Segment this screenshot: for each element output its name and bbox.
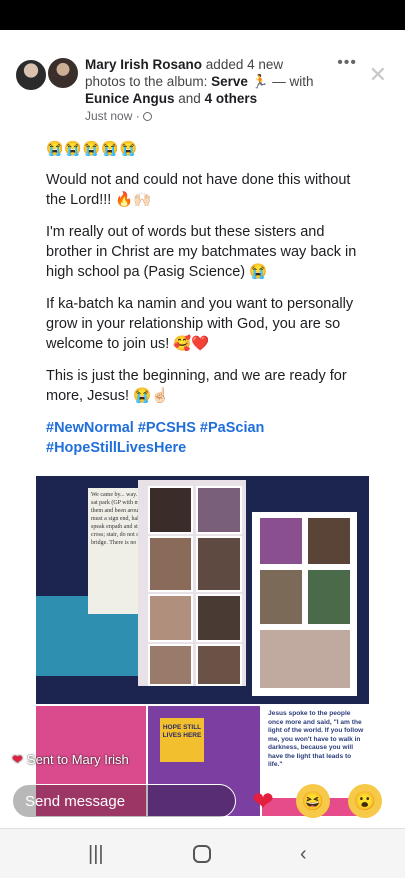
post-body: 😭😭😭😭😭 Would not and could not have done … [46, 138, 366, 470]
collage-photo [258, 568, 304, 626]
collage-photo [306, 568, 352, 626]
post-paragraph: If ka-batch ka namin and you want to per… [46, 296, 354, 352]
post-header-text: Mary Irish Rosano added 4 new photos to … [85, 56, 325, 107]
collage-photo [148, 486, 193, 534]
collage-photo [258, 628, 352, 690]
collage-photo [258, 516, 304, 566]
runner-icon: 🏃 [251, 74, 269, 89]
avatar-secondary[interactable] [46, 56, 80, 90]
post-paragraph: I'm really out of words but these sister… [46, 224, 357, 280]
collage-photo [148, 536, 193, 592]
quote-text: Jesus spoke to the people once more and … [268, 710, 364, 768]
photo-collage[interactable]: We came by... way. Longville... sat park… [36, 476, 369, 704]
collage-photo [196, 594, 242, 642]
system-nav-bar: ||| ‹ [0, 828, 405, 878]
laugh-reaction-icon[interactable]: 😆 [296, 784, 330, 818]
collage-photo [196, 486, 242, 534]
author-name[interactable]: Mary Irish Rosano [85, 57, 202, 72]
collage-photo [148, 594, 193, 642]
and-text: and [178, 91, 201, 106]
post-paragraph: This is just the beginning, and we are r… [46, 368, 347, 404]
sent-reaction-notice: ❤ Sent to Mary Irish [12, 752, 129, 767]
recent-apps-icon[interactable]: ||| [88, 843, 104, 866]
home-icon[interactable] [193, 845, 211, 863]
album-link[interactable]: Serve [211, 74, 248, 89]
post-paragraph: Would not and could not have done this w… [46, 172, 351, 208]
heart-reaction-icon[interactable]: ❤ [246, 784, 280, 818]
status-bar [0, 0, 405, 30]
more-options-icon[interactable]: ••• [337, 54, 357, 72]
heart-icon: ❤ [12, 752, 23, 767]
with-text: — with [272, 74, 314, 89]
back-icon[interactable]: ‹ [300, 843, 307, 866]
others-link[interactable]: 4 others [205, 91, 258, 106]
post-timestamp: Just now · [85, 109, 152, 123]
tagged-name[interactable]: Eunice Angus [85, 91, 175, 106]
collage-photo [196, 644, 242, 686]
hashtags[interactable]: #NewNormal #PCSHS #PaScian #HopeStillLiv… [46, 418, 366, 458]
globe-icon [142, 112, 152, 121]
collage-photo [306, 516, 352, 566]
wow-reaction-icon[interactable]: 😮 [348, 784, 382, 818]
post-header: Mary Irish Rosano added 4 new photos to … [0, 30, 405, 130]
collage-photo [148, 644, 193, 686]
close-icon[interactable]: ✕ [369, 62, 387, 88]
emoji-row: 😭😭😭😭😭 [46, 140, 139, 156]
avatar[interactable] [14, 58, 48, 92]
collage-photo [196, 536, 242, 592]
hope-card-text: HOPE STILL LIVES HERE [160, 718, 204, 762]
send-message-input[interactable]: Send message [12, 784, 236, 818]
